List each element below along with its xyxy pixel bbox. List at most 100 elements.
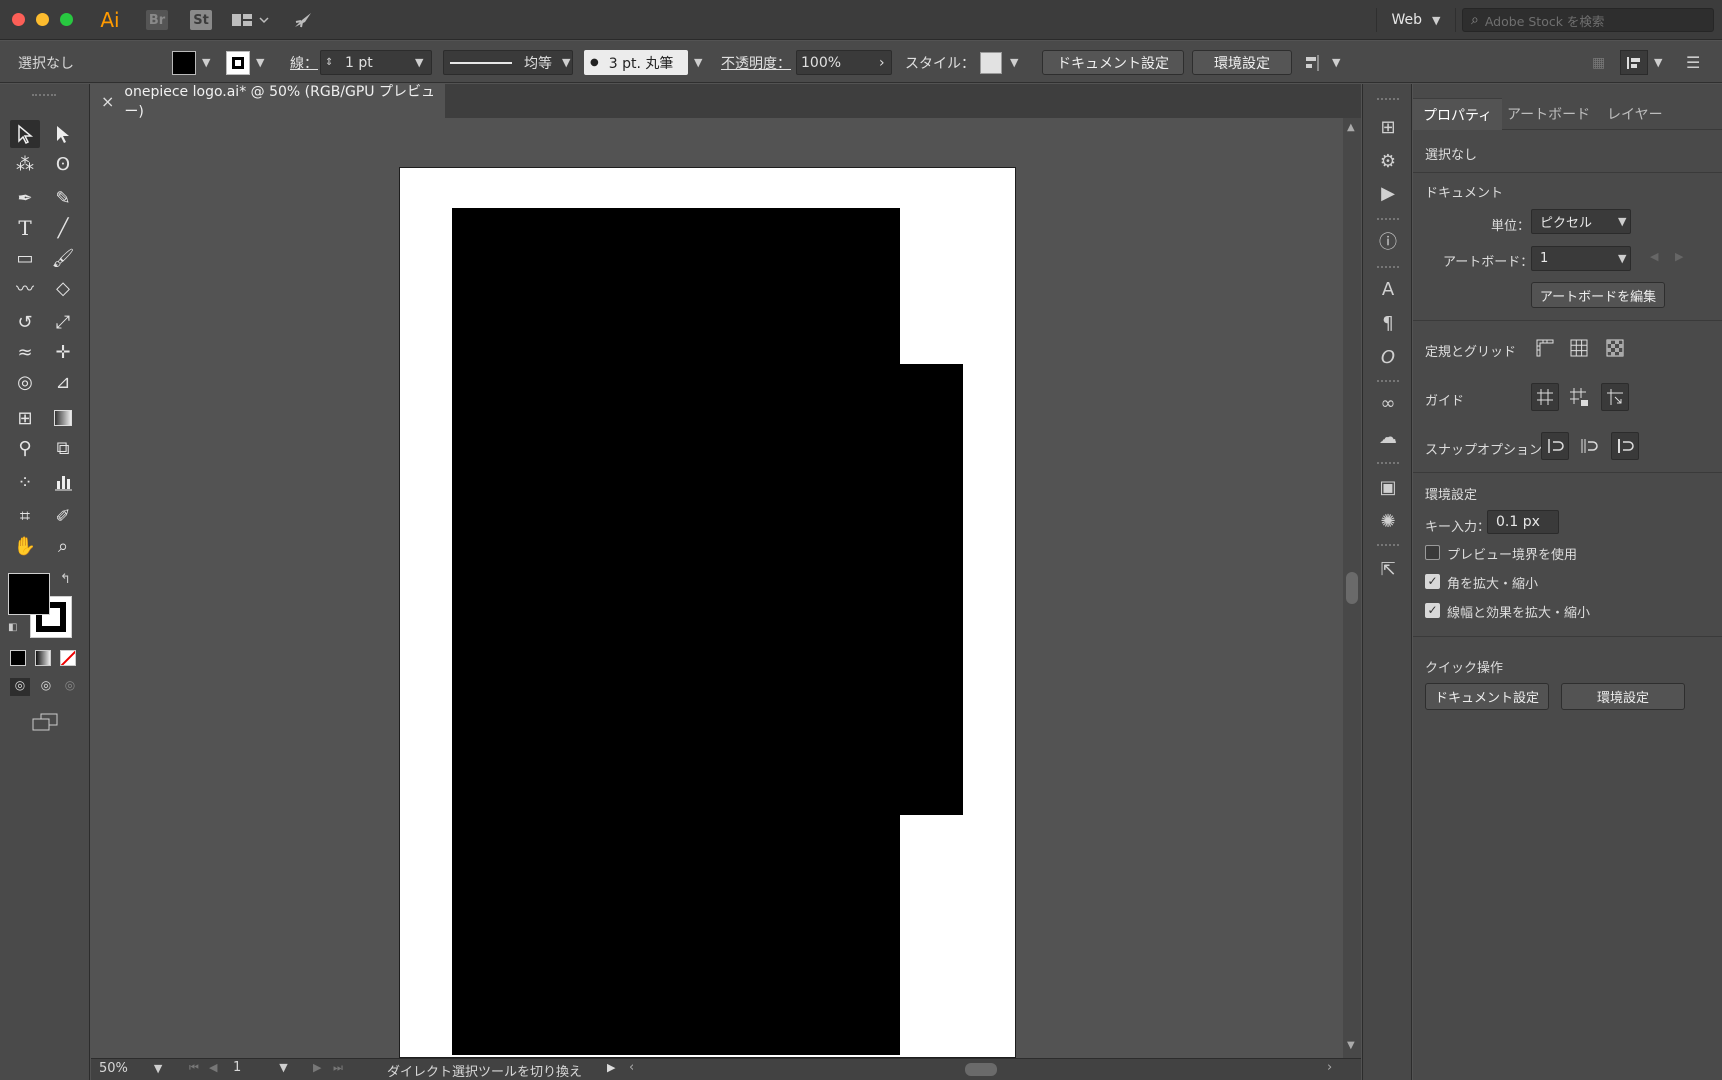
slice-tool-icon[interactable]: ✐ <box>48 502 78 530</box>
lasso-tool-icon[interactable]: ʘ <box>48 150 78 178</box>
document-setup-button[interactable]: ドキュメント設定 <box>1042 50 1184 75</box>
opentype-panel-icon[interactable]: O <box>1375 344 1401 370</box>
bridge-button[interactable]: Br <box>146 10 168 30</box>
first-artboard-icon[interactable]: ⏮ <box>189 1061 199 1075</box>
export-icon[interactable]: ⇱ <box>1375 556 1401 582</box>
black-shape[interactable] <box>400 168 1017 1059</box>
panel-grip[interactable] <box>1377 462 1399 466</box>
scale-tool-icon[interactable]: ⤢ <box>48 308 78 336</box>
quick-document-setup-button[interactable]: ドキュメント設定 <box>1425 683 1549 710</box>
eyedropper-tool-icon[interactable]: ⚲ <box>10 434 40 462</box>
workspace-switcher[interactable]: Web ▼ <box>1376 8 1456 32</box>
default-colors-icon[interactable]: ◧ <box>8 622 17 633</box>
stroke-profile-select[interactable]: 均等 ▼ <box>443 50 573 75</box>
snap-to-pixel-icon[interactable] <box>1611 432 1639 460</box>
graphic-style-swatch[interactable]: ▼ <box>980 50 1018 75</box>
panel-grip[interactable] <box>1377 380 1399 384</box>
panel-grip[interactable] <box>1377 98 1399 102</box>
brush-select[interactable]: ● 3 pt. 丸筆 ▼ <box>584 50 710 75</box>
panel-grip[interactable] <box>1377 266 1399 270</box>
panel-grip[interactable] <box>1377 218 1399 222</box>
smart-guides-icon[interactable] <box>1601 383 1629 411</box>
direct-selection-tool-icon[interactable] <box>48 120 78 148</box>
paintbrush-tool-icon[interactable]: 🖌 <box>48 244 78 272</box>
units-select[interactable]: ピクセル ▼ <box>1531 209 1631 234</box>
minimize-window-button[interactable] <box>36 13 49 26</box>
fill-color-swatch[interactable]: ▼ <box>172 50 210 75</box>
fill-swatch[interactable] <box>8 573 50 615</box>
selection-tool-icon[interactable] <box>10 120 40 148</box>
shaper-tool-icon[interactable]: 〰 <box>10 274 40 302</box>
tab-artboards[interactable]: アートボード <box>1497 98 1600 130</box>
scroll-up-icon[interactable]: ▲ <box>1347 122 1355 133</box>
column-graph-tool-icon[interactable] <box>48 468 78 496</box>
rotate-tool-icon[interactable]: ↺ <box>10 308 40 336</box>
draw-behind-icon[interactable]: ◎ <box>36 678 56 696</box>
next-artboard-icon[interactable]: ▶ <box>1675 250 1683 263</box>
snap-panel-button[interactable]: ▼ <box>1620 50 1662 75</box>
mesh-tool-icon[interactable]: ⊞ <box>10 404 40 432</box>
opacity-input[interactable]: 100% › <box>796 50 892 75</box>
magic-wand-tool-icon[interactable]: ⁂ <box>10 150 40 178</box>
zoom-window-button[interactable] <box>60 13 73 26</box>
gpu-performance-button[interactable] <box>290 8 316 32</box>
next-artboard-icon[interactable]: ▶ <box>313 1061 321 1074</box>
snap-to-point-icon[interactable] <box>1541 432 1569 460</box>
show-guides-icon[interactable] <box>1531 383 1559 411</box>
scroll-left-icon[interactable]: ‹ <box>629 1060 634 1075</box>
width-tool-icon[interactable]: ≈ <box>10 338 40 366</box>
previous-artboard-icon[interactable]: ◀ <box>1650 250 1658 263</box>
document-tab[interactable]: × onepiece logo.ai* @ 50% (RGB/GPU プレビュー… <box>91 84 445 120</box>
puppet-warp-tool-icon[interactable]: ✛ <box>48 338 78 366</box>
curvature-tool-icon[interactable]: ✎ <box>48 184 78 212</box>
draw-normal-icon[interactable]: ◎ <box>10 678 30 696</box>
close-window-button[interactable] <box>12 13 25 26</box>
keyboard-increment-input[interactable]: 0.1 px <box>1487 510 1559 534</box>
actions-play-icon[interactable]: ▶ <box>1375 180 1401 206</box>
appearance-panel-icon[interactable]: ✺ <box>1375 508 1401 534</box>
shape-builder-tool-icon[interactable]: ◎ <box>10 368 40 396</box>
tab-properties[interactable]: プロパティ <box>1413 98 1503 130</box>
zoom-tool-icon[interactable]: ⌕ <box>48 532 78 560</box>
hand-tool-icon[interactable]: ✋ <box>10 532 40 560</box>
tab-layers[interactable]: レイヤー <box>1597 98 1673 130</box>
artboard-tool-icon[interactable]: ⌗ <box>10 502 40 530</box>
rulers-icon[interactable] <box>1531 334 1559 362</box>
eraser-tool-icon[interactable]: ◇ <box>48 274 78 302</box>
swap-fill-stroke-icon[interactable]: ↰ <box>60 572 71 587</box>
edit-artboards-button[interactable]: アートボードを編集 <box>1531 282 1665 308</box>
layers-panel-icon[interactable]: ⊞ <box>1375 114 1401 140</box>
color-mode-button[interactable] <box>10 650 26 666</box>
info-icon[interactable]: ⓘ <box>1375 228 1401 254</box>
blend-tool-icon[interactable]: ⧉ <box>48 434 78 462</box>
type-tool-icon[interactable]: T <box>10 214 40 242</box>
transparency-grid-icon[interactable] <box>1601 334 1629 362</box>
stroke-weight-input[interactable]: ⇕ 1 pt ▼ <box>320 50 432 75</box>
panel-grip[interactable] <box>1377 544 1399 548</box>
cc-libraries-icon[interactable]: ☁ <box>1375 424 1401 450</box>
perspective-grid-tool-icon[interactable]: ⊿ <box>48 368 78 396</box>
panel-grip[interactable] <box>32 94 56 98</box>
last-artboard-icon[interactable]: ⏭ <box>333 1061 343 1075</box>
arrange-documents-button[interactable] <box>230 8 272 32</box>
snap-to-grid-icon[interactable] <box>1575 432 1603 460</box>
artboard-select[interactable]: 1 ▼ <box>1531 246 1631 271</box>
paragraph-panel-icon[interactable]: ¶ <box>1375 310 1401 336</box>
zoom-level-select[interactable]: 50% ▼ <box>99 1061 162 1076</box>
line-segment-tool-icon[interactable]: ╱ <box>48 214 78 242</box>
none-mode-button[interactable] <box>60 650 76 666</box>
preferences-button[interactable]: 環境設定 <box>1192 50 1292 75</box>
scroll-thumb[interactable] <box>1346 572 1358 604</box>
opacity-label[interactable]: 不透明度： <box>721 50 791 75</box>
artboard-number-select[interactable]: 1 ▼ <box>233 1060 288 1075</box>
stroke-color-swatch[interactable]: ▼ <box>226 50 264 75</box>
pen-tool-icon[interactable]: ✒ <box>10 184 40 212</box>
use-preview-bounds-checkbox[interactable] <box>1425 545 1440 560</box>
draw-inside-icon[interactable]: ◎ <box>60 678 80 696</box>
control-bar-menu-icon[interactable]: ☰ <box>1686 50 1700 75</box>
grid-view-icon[interactable]: ▦ <box>1592 50 1605 75</box>
gradient-tool-icon[interactable] <box>48 404 78 432</box>
grid-icon[interactable] <box>1565 334 1593 362</box>
quick-preferences-button[interactable]: 環境設定 <box>1561 683 1685 710</box>
scale-strokes-effects-checkbox[interactable]: ✓ <box>1425 603 1440 618</box>
